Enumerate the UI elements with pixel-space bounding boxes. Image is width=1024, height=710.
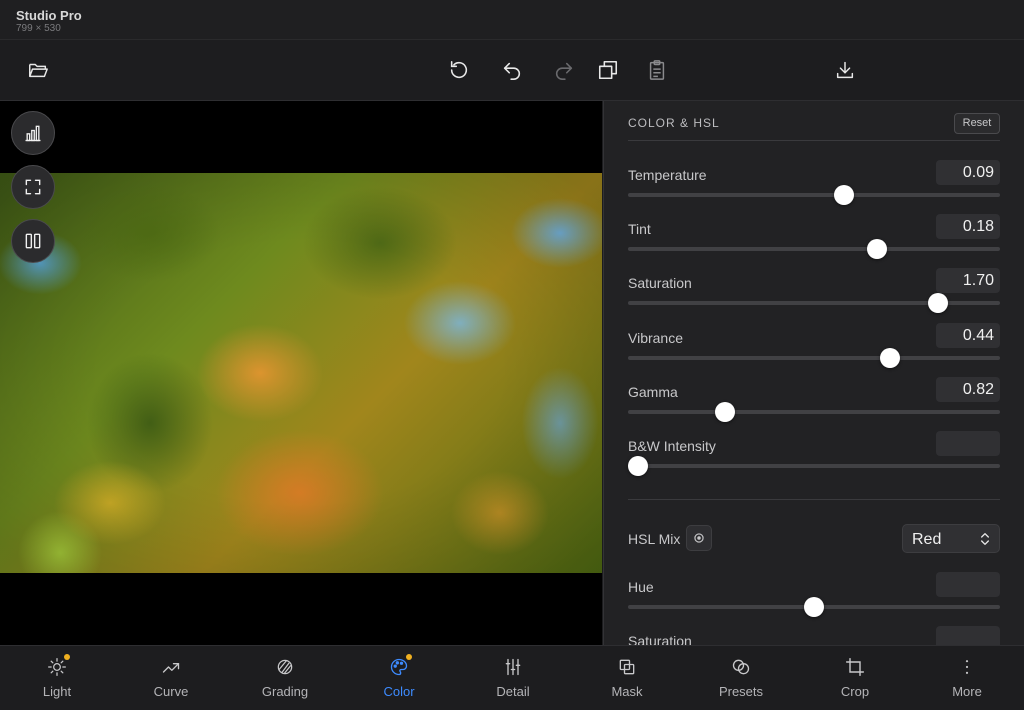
slider-hue[interactable]: Hue	[628, 572, 1000, 633]
divider	[628, 140, 1000, 141]
tab-light[interactable]: Light	[0, 646, 114, 710]
crop-icon	[845, 657, 865, 677]
tab-label: Light	[42, 684, 72, 699]
slider-track[interactable]	[628, 193, 1000, 197]
more-icon	[957, 657, 977, 677]
changed-dot	[64, 654, 70, 660]
slider-label: B&W Intensity	[628, 438, 716, 454]
presets-icon	[731, 657, 751, 677]
slider-vibrance[interactable]: Vibrance 0.44	[628, 323, 1000, 384]
slider-value-field[interactable]: 0.82	[936, 377, 1000, 402]
grading-icon	[275, 657, 295, 677]
slider-value-field[interactable]: 0.44	[936, 323, 1000, 348]
tab-label: Detail	[496, 684, 530, 699]
slider-thumb[interactable]	[880, 348, 901, 368]
palette-icon	[389, 657, 409, 677]
copy-icon[interactable]	[594, 56, 622, 84]
slider-thumb[interactable]	[804, 597, 824, 617]
tab-label: Curve	[153, 684, 189, 699]
tab-presets[interactable]: Presets	[684, 646, 798, 710]
photo-preview[interactable]	[0, 173, 602, 573]
title-bar: Studio Pro 799 × 530	[0, 0, 1024, 40]
sliders-icon	[503, 657, 523, 677]
folder-open-icon[interactable]	[24, 56, 52, 84]
slider-value-field[interactable]	[936, 626, 1000, 645]
divider	[628, 499, 1000, 500]
slider-label: Vibrance	[628, 330, 684, 346]
curve-icon	[161, 657, 181, 677]
top-toolbar	[0, 40, 1024, 101]
slider-track[interactable]	[628, 356, 1000, 360]
slider-label: Saturation	[628, 275, 692, 291]
slider-bw-intensity[interactable]: B&W Intensity	[628, 431, 1000, 492]
histogram-icon[interactable]	[11, 111, 55, 155]
compare-icon[interactable]	[11, 219, 55, 263]
tab-label: Presets	[718, 684, 764, 699]
slider-track[interactable]	[628, 410, 1000, 414]
slider-thumb[interactable]	[867, 239, 888, 259]
slider-value-field[interactable]	[936, 572, 1000, 597]
image-dimensions: 799 × 530	[16, 23, 61, 34]
mask-icon	[617, 657, 637, 677]
target-adjust-button[interactable]	[686, 525, 712, 551]
fullscreen-icon[interactable]	[11, 165, 55, 209]
color-hsl-panel: COLOR & HSL Reset Temperature 0.09 Tint …	[603, 101, 1024, 645]
slider-track[interactable]	[628, 464, 1000, 468]
slider-saturation[interactable]: Saturation 1.70	[628, 268, 1000, 329]
image-canvas[interactable]	[0, 101, 602, 645]
app-title: Studio Pro	[16, 8, 82, 23]
slider-label: Gamma	[628, 384, 678, 400]
hsl-selected-color: Red	[912, 531, 942, 548]
slider-thumb[interactable]	[628, 456, 649, 476]
download-icon[interactable]	[831, 56, 859, 84]
slider-temperature[interactable]: Temperature 0.09	[628, 160, 1000, 221]
tab-label: More	[952, 684, 982, 699]
slider-label: Hue	[628, 579, 654, 595]
tab-grading[interactable]: Grading	[228, 646, 342, 710]
rotate-icon[interactable]	[445, 56, 473, 84]
slider-label: Temperature	[628, 167, 707, 183]
slider-track[interactable]	[628, 247, 1000, 251]
tab-label: Crop	[840, 684, 870, 699]
tab-more[interactable]: More	[910, 646, 1024, 710]
slider-thumb[interactable]	[927, 293, 948, 313]
clipboard-icon[interactable]	[643, 56, 671, 84]
tab-curve[interactable]: Curve	[114, 646, 228, 710]
tab-detail[interactable]: Detail	[456, 646, 570, 710]
tab-label: Mask	[611, 684, 643, 699]
slider-label: Tint	[628, 221, 651, 237]
slider-thumb[interactable]	[833, 185, 854, 205]
undo-icon[interactable]	[498, 56, 526, 84]
bottom-tab-bar: Light Curve Grading Color Detail Mask Pr…	[0, 645, 1024, 710]
tab-mask[interactable]: Mask	[570, 646, 684, 710]
redo-icon[interactable]	[550, 56, 578, 84]
tab-color[interactable]: Color	[342, 646, 456, 710]
panel-title: COLOR & HSL	[628, 116, 720, 130]
slider-hsl-saturation[interactable]: Saturation	[628, 626, 1000, 645]
slider-label: Saturation	[628, 633, 692, 645]
tab-crop[interactable]: Crop	[798, 646, 912, 710]
hsl-mix-label: HSL Mix	[628, 531, 681, 547]
reset-button[interactable]: Reset	[954, 113, 1000, 134]
changed-dot	[406, 654, 412, 660]
slider-value-field[interactable]	[936, 431, 1000, 456]
sun-icon	[47, 657, 67, 677]
hsl-color-select[interactable]: Red	[902, 524, 1000, 553]
slider-value-field[interactable]: 1.70	[936, 268, 1000, 293]
slider-value-field[interactable]: 0.18	[936, 214, 1000, 239]
target-icon	[694, 533, 704, 543]
slider-value-field[interactable]: 0.09	[936, 160, 1000, 185]
slider-gamma[interactable]: Gamma 0.82	[628, 377, 1000, 438]
chevron-up-down-icon	[981, 533, 989, 545]
slider-tint[interactable]: Tint 0.18	[628, 214, 1000, 275]
tab-label: Grading	[261, 684, 309, 699]
slider-thumb[interactable]	[715, 402, 736, 422]
tab-label: Color	[383, 684, 415, 699]
